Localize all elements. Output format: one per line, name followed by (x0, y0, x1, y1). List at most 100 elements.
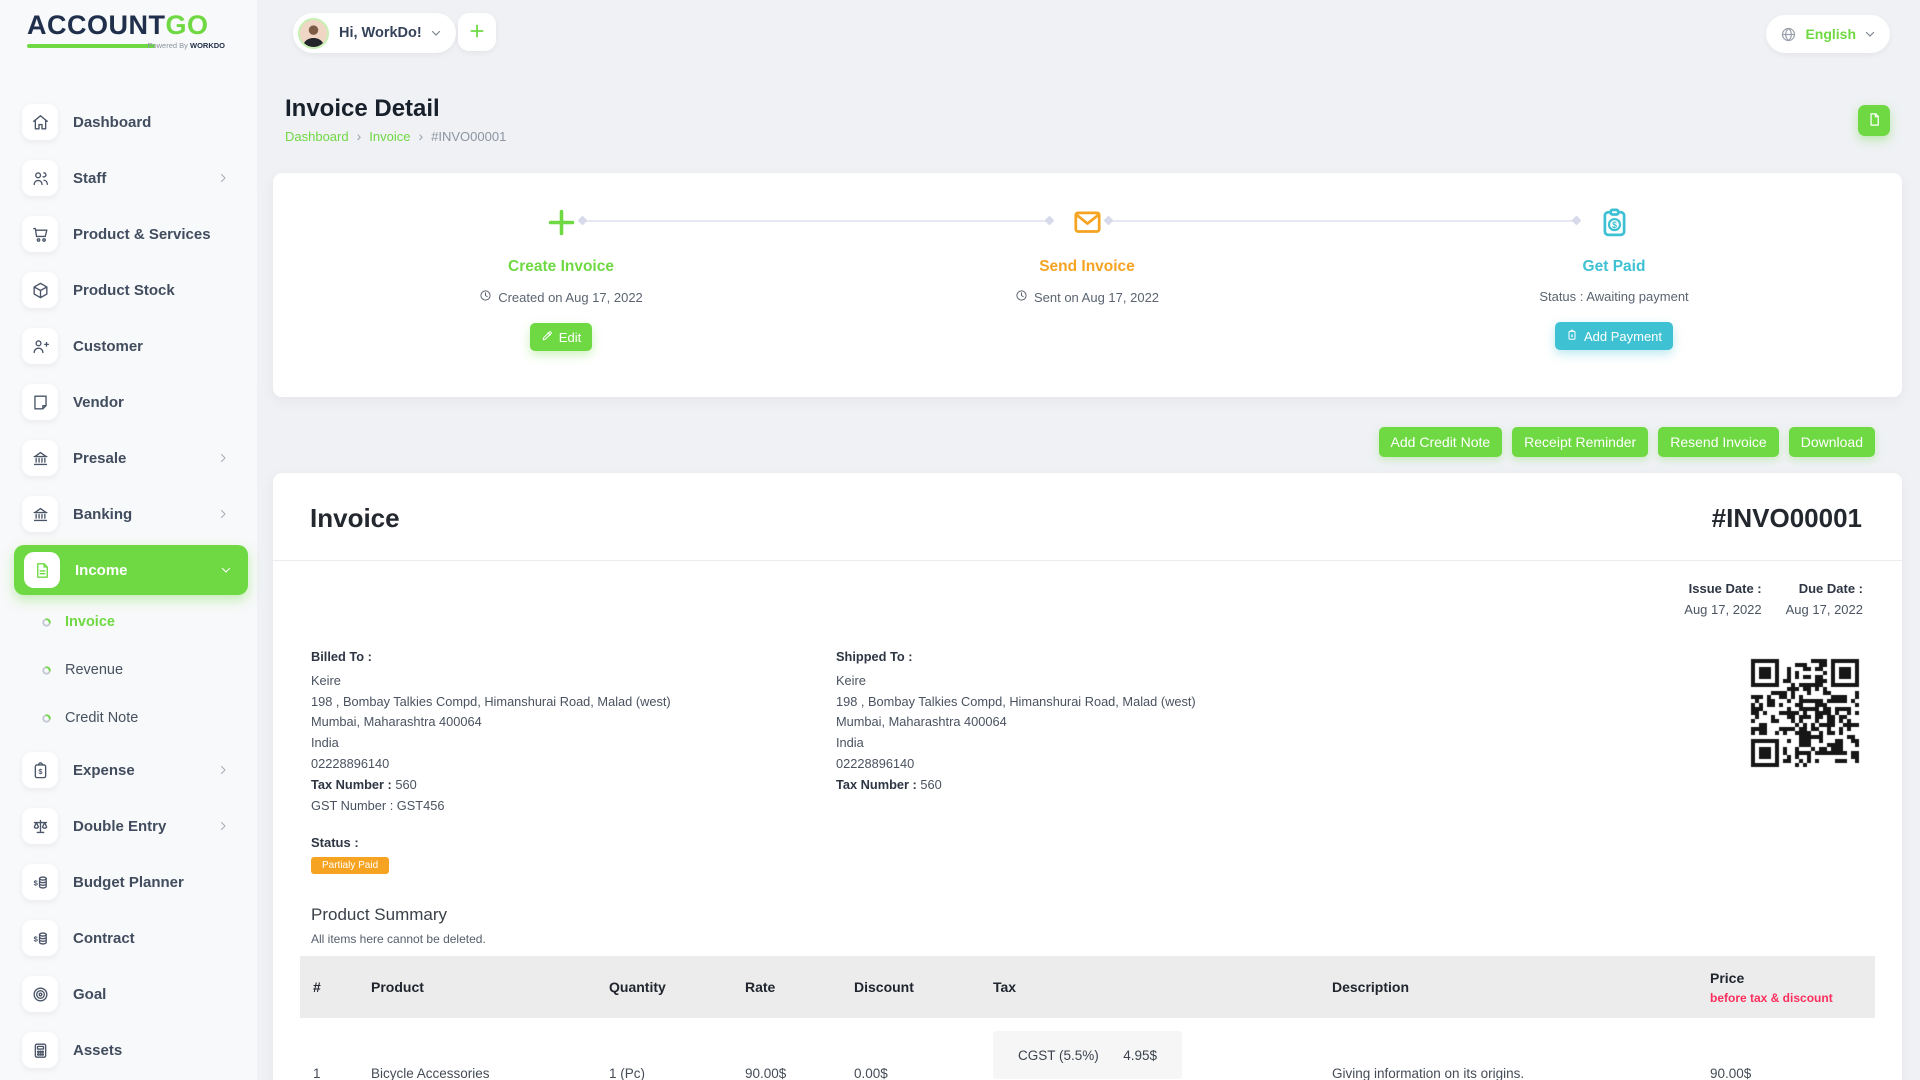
sidebar-item-label: Income (75, 562, 128, 579)
clipboard-icon: $ (1566, 329, 1578, 344)
column-header-price: Pricebefore tax & discount (1697, 956, 1875, 1018)
sidebar-item-banking[interactable]: Banking (0, 486, 257, 542)
user-greeting: Hi, WorkDo! (339, 25, 422, 41)
cart-icon (22, 216, 58, 252)
sidebar-item-staff[interactable]: Staff (0, 150, 257, 206)
column-header-discount: Discount (841, 956, 980, 1018)
cell-rate: 90.00$ (732, 1018, 841, 1080)
cell-quantity: 1 (Pc) (596, 1018, 732, 1080)
breadcrumb: Dashboard›Invoice›#INVO00001 (285, 128, 506, 144)
sidebar-item-label: Product & Services (73, 226, 211, 243)
cell-price: 90.00$ (1697, 1018, 1875, 1080)
home-icon (22, 104, 58, 140)
cell-description: Giving information on its origins. (1319, 1018, 1697, 1080)
svg-text:$: $ (33, 878, 38, 887)
breadcrumb-separator: › (418, 128, 423, 144)
sidebar-item-vendor[interactable]: Vendor (0, 374, 257, 430)
sidebar-subitem-label: Revenue (65, 662, 123, 678)
breadcrumb-separator: › (357, 128, 362, 144)
receipt-reminder-button[interactable]: Receipt Reminder (1512, 427, 1648, 457)
sidebar-item-expense[interactable]: $ Expense (0, 742, 257, 798)
receipt-icon: $ (1598, 203, 1631, 241)
main-area: Hi, WorkDo! English Invoice Detail Dashb… (257, 0, 1920, 1080)
sidebar-item-label: Staff (73, 170, 106, 187)
file-icon (1867, 112, 1882, 130)
column-header-rate: Rate (732, 956, 841, 1018)
mail-icon (1071, 203, 1104, 241)
table-row: 1Bicycle Accessories1 (Pc)90.00$0.00$CGS… (300, 1018, 1875, 1080)
svg-text:$: $ (1571, 332, 1574, 337)
status-badge: Partialy Paid (311, 857, 389, 874)
tax-chip: CGST (5.5%)4.95$ (993, 1031, 1182, 1079)
user-menu[interactable]: Hi, WorkDo! (293, 13, 456, 53)
sidebar-subitem-credit-note[interactable]: Credit Note (0, 694, 257, 742)
language-selector[interactable]: English (1766, 15, 1890, 53)
box-icon (22, 272, 58, 308)
sidebar-item-customer[interactable]: Customer (0, 318, 257, 374)
step-get-paid: $Get PaidStatus : Awaiting payment$Add P… (1454, 173, 1774, 350)
step-info: Created on Aug 17, 2022 (479, 289, 643, 305)
qr-code (1743, 651, 1867, 775)
product-summary-note: All items here cannot be deleted. (311, 932, 1864, 946)
due-date-value: Aug 17, 2022 (1786, 602, 1863, 617)
column-header-description: Description (1319, 956, 1697, 1018)
sidebar-nav: Dashboard Staff Product & Services Product … (0, 94, 257, 1078)
breadcrumb-link-dashboard[interactable]: Dashboard (285, 129, 349, 144)
download-button[interactable]: Download (1789, 427, 1875, 457)
bank-icon (22, 440, 58, 476)
chevron-down-icon (220, 564, 232, 576)
sidebar-item-goal[interactable]: Goal (0, 966, 257, 1022)
sidebar-item-label: Goal (73, 986, 106, 1003)
sidebar-item-label: Banking (73, 506, 132, 523)
chevron-right-icon (217, 508, 229, 520)
table-header-row: #ProductQuantityRateDiscountTaxDescripti… (300, 956, 1875, 1018)
sidebar-item-dashboard[interactable]: Dashboard (0, 94, 257, 150)
duplicate-invoice-button[interactable] (1858, 105, 1890, 136)
sidebar-subitem-revenue[interactable]: Revenue (0, 646, 257, 694)
sidebar-subitem-invoice[interactable]: Invoice (0, 598, 257, 646)
sidebar-item-label: Product Stock (73, 282, 175, 299)
sidebar-item-double-entry[interactable]: Double Entry (0, 798, 257, 854)
bank-icon (22, 496, 58, 532)
accountgo-logo[interactable]: ACCOUNTGO Powered By WORKDO (27, 10, 225, 48)
logo-underline (27, 44, 155, 48)
sidebar-item-label: Expense (73, 762, 135, 779)
sidebar-item-label: Contract (73, 930, 135, 947)
scales-icon (22, 808, 58, 844)
add-payment-button[interactable]: $Add Payment (1555, 322, 1673, 350)
sidebar-item-product-stock[interactable]: Product Stock (0, 262, 257, 318)
price-note: before tax & discount (1710, 991, 1875, 1005)
billed-to-block: Billed To : Keire 198 , Bombay Talkies C… (311, 647, 671, 816)
sidebar-item-label: Assets (73, 1042, 122, 1059)
resend-invoice-button[interactable]: Resend Invoice (1658, 427, 1779, 457)
chevron-right-icon (217, 172, 229, 184)
column-header-quantity: Quantity (596, 956, 732, 1018)
sidebar-item-product-services[interactable]: Product & Services (0, 206, 257, 262)
invoice-dates: Issue Date : Aug 17, 2022 Due Date : Aug… (273, 581, 1902, 617)
user-plus-icon (22, 328, 58, 364)
address-section: Billed To : Keire 198 , Bombay Talkies C… (311, 647, 1864, 815)
add-credit-note-button[interactable]: Add Credit Note (1379, 427, 1503, 457)
edit-button[interactable]: Edit (530, 323, 592, 351)
sidebar-item-assets[interactable]: Assets (0, 1022, 257, 1078)
clipboard-dollar-icon: $ (22, 752, 58, 788)
logo-text: ACCOUNTGO (27, 10, 225, 41)
breadcrumb-link-invoice[interactable]: Invoice (369, 129, 410, 144)
due-date-label: Due Date : (1786, 581, 1863, 596)
note-icon (22, 384, 58, 420)
divider (273, 560, 1902, 561)
product-table: #ProductQuantityRateDiscountTaxDescripti… (300, 956, 1875, 1080)
cell-num: 1 (300, 1018, 358, 1080)
quick-add-button[interactable] (458, 13, 496, 51)
target-icon (22, 976, 58, 1012)
chevron-right-icon (217, 764, 229, 776)
product-summary-title: Product Summary (311, 905, 1864, 925)
sidebar-item-contract[interactable]: $Contract (0, 910, 257, 966)
pencil-icon (541, 330, 553, 345)
sidebar-item-income[interactable]: Income (14, 545, 248, 595)
invoice-card: Invoice #INVO00001 Issue Date : Aug 17, … (273, 473, 1902, 1080)
sidebar-item-presale[interactable]: Presale (0, 430, 257, 486)
sidebar-item-budget-planner[interactable]: $Budget Planner (0, 854, 257, 910)
column-header-tax: Tax (980, 956, 1319, 1018)
clock-icon (1015, 289, 1028, 305)
